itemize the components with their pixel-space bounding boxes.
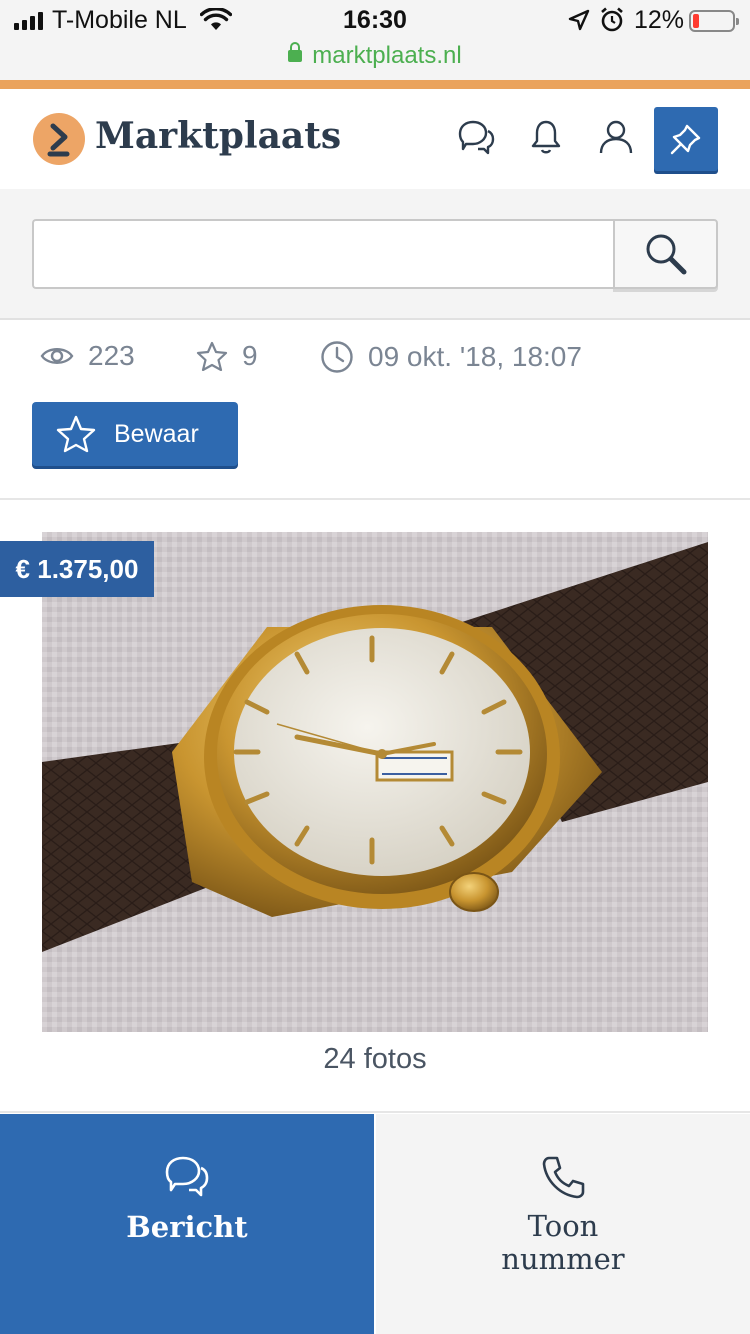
status-bar: T-Mobile NL 16:30 12% — [0, 0, 750, 42]
message-seller-button[interactable]: Bericht — [0, 1114, 374, 1334]
alarm-icon — [600, 7, 624, 38]
logo-wordmark[interactable]: Marktplaats — [95, 115, 341, 157]
notifications-bell-icon[interactable] — [522, 113, 570, 161]
clock-icon — [321, 341, 353, 373]
browser-url-bar[interactable]: marktplaats.nl — [0, 42, 750, 80]
section-divider — [0, 498, 750, 500]
views-count: 223 — [88, 340, 135, 371]
lock-icon — [288, 42, 303, 62]
battery-percentage: 12% — [634, 6, 685, 34]
show-phone-button[interactable]: Toon nummer — [376, 1114, 750, 1334]
search-icon — [646, 234, 686, 275]
save-button-label: Bewaar — [114, 419, 199, 448]
search-button[interactable] — [613, 219, 718, 289]
listing-photo[interactable] — [42, 532, 708, 1032]
messages-icon[interactable] — [452, 113, 500, 161]
marktplaats-logo-icon[interactable] — [33, 113, 85, 165]
user-profile-icon[interactable] — [592, 113, 640, 161]
search-bar — [0, 189, 750, 320]
pin-icon — [670, 124, 701, 155]
favorites-stat: 9 — [196, 340, 258, 372]
price-badge: € 1.375,00 — [0, 541, 154, 597]
photo-count-link[interactable]: 24 fotos — [0, 1043, 750, 1076]
location-icon — [568, 9, 590, 36]
listing-date: 09 okt. '18, 18:07 — [368, 341, 582, 372]
listing-stats: 223 9 09 okt. '18, 18:07 — [0, 330, 750, 390]
star-icon — [56, 415, 96, 453]
search-input[interactable] — [32, 219, 614, 289]
message-button-label: Bericht — [126, 1210, 248, 1244]
star-icon — [196, 341, 228, 371]
section-divider — [0, 1111, 750, 1113]
url-text: marktplaats.nl — [312, 42, 462, 69]
place-ad-button[interactable] — [654, 107, 718, 171]
phone-button-label: Toon nummer — [501, 1209, 625, 1276]
date-stat: 09 okt. '18, 18:07 — [320, 340, 582, 374]
accent-stripe — [0, 80, 750, 89]
battery-icon — [689, 10, 739, 32]
eye-icon — [40, 348, 74, 364]
views-stat: 223 — [40, 340, 135, 372]
favorites-count: 9 — [242, 340, 258, 371]
phone-icon — [542, 1156, 585, 1199]
site-header: Marktplaats — [0, 89, 750, 189]
save-button[interactable]: Bewaar — [32, 402, 238, 466]
chat-bubbles-icon — [165, 1156, 209, 1197]
